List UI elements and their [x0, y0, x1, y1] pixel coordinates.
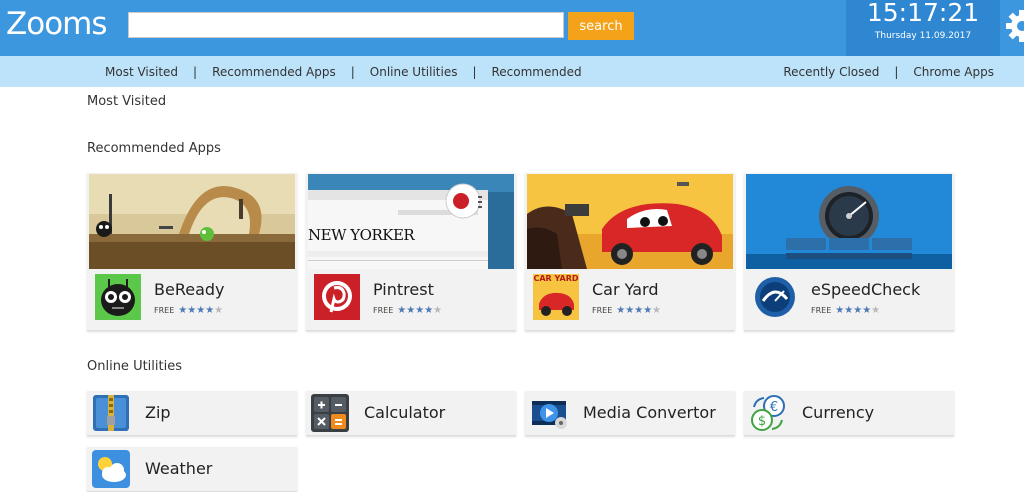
clock-date: Thursday 11.09.2017 [874, 31, 972, 41]
star-filled-icon: ★ [397, 305, 407, 316]
logo-text: Zooms [6, 6, 108, 42]
car-yard-icon-caption: CAR YARD [533, 274, 579, 283]
search-button[interactable]: search [568, 12, 634, 40]
app-thumbnail-car-yard [527, 174, 733, 269]
star-empty-icon: ★ [652, 305, 662, 316]
search-input[interactable] [128, 12, 564, 38]
star-filled-icon: ★ [643, 305, 653, 316]
utility-card-calculator[interactable]: Calculator [306, 391, 516, 436]
app-price: FREE [154, 306, 175, 315]
star-filled-icon: ★ [625, 305, 635, 316]
app-meta-pintrest: FREE ★★★★★ [373, 305, 442, 316]
app-card-car-yard[interactable]: CAR YARD Car Yard FREE ★★★★★ [525, 173, 735, 331]
app-name-car-yard: Car Yard [592, 280, 659, 299]
section-title-most-visited: Most Visited [87, 94, 167, 109]
clock-time: 15:17:21 [866, 0, 980, 27]
section-title-recommended-apps: Recommended Apps [87, 141, 221, 156]
utility-label-currency: Currency [802, 403, 875, 422]
clock-panel: 15:17:21 Thursday 11.09.2017 [846, 0, 1000, 56]
top-nav: Most Visited | Recommended Apps | Online… [0, 56, 1024, 87]
app-card-espeedcheck[interactable]: eSpeedCheck FREE ★★★★★ [744, 173, 954, 331]
nav-most-visited[interactable]: Most Visited [105, 65, 178, 79]
utility-card-currency[interactable]: € $ Currency [744, 391, 954, 436]
app-price: FREE [811, 306, 832, 315]
star-empty-icon: ★ [214, 305, 224, 316]
nav-separator: | [894, 64, 899, 79]
star-filled-icon: ★ [424, 305, 434, 316]
star-filled-icon: ★ [178, 305, 188, 316]
nav-online-utilities[interactable]: Online Utilities [370, 65, 458, 79]
app-name-pintrest: Pintrest [373, 280, 434, 299]
svg-text:€: € [770, 400, 778, 415]
star-empty-icon: ★ [433, 305, 443, 316]
beready-icon [95, 274, 141, 320]
star-filled-icon: ★ [862, 305, 872, 316]
app-thumbnail-beready [89, 174, 295, 269]
app-card-pintrest[interactable]: NEW YORKER Pintrest FREE ★★★★★ [306, 173, 516, 331]
utility-card-zip[interactable]: Zip [87, 391, 297, 436]
nav-recently-closed[interactable]: Recently Closed [783, 65, 879, 79]
app-name-beready: BeReady [154, 280, 225, 299]
utility-card-weather[interactable]: Weather [87, 447, 297, 492]
logo[interactable]: Zooms [6, 4, 108, 44]
header: Zooms search 15:17:21 Thursday 11.09.201… [0, 0, 1024, 56]
star-filled-icon: ★ [853, 305, 863, 316]
currency-icon: € $ [748, 393, 788, 433]
settings-gear-icon[interactable] [1004, 8, 1024, 44]
utility-label-weather: Weather [145, 459, 213, 478]
nav-separator: | [472, 64, 477, 79]
app-meta-espeedcheck: FREE ★★★★★ [811, 305, 880, 316]
utility-label-zip: Zip [145, 403, 171, 422]
star-filled-icon: ★ [634, 305, 644, 316]
utility-label-media-convertor: Media Convertor [583, 403, 716, 422]
rating-stars: ★★★★★ [178, 305, 223, 316]
section-title-online-utilities: Online Utilities [87, 359, 182, 374]
app-name-espeedcheck: eSpeedCheck [811, 280, 921, 299]
star-filled-icon: ★ [406, 305, 416, 316]
utility-label-calculator: Calculator [364, 403, 446, 422]
app-price: FREE [592, 306, 613, 315]
star-empty-icon: ★ [871, 305, 881, 316]
car-yard-icon: CAR YARD [533, 274, 579, 320]
espeedcheck-icon [752, 274, 798, 320]
rating-stars: ★★★★★ [835, 305, 880, 316]
media-convertor-icon [529, 393, 569, 433]
star-filled-icon: ★ [196, 305, 206, 316]
star-filled-icon: ★ [835, 305, 845, 316]
nav-left: Most Visited | Recommended Apps | Online… [105, 56, 582, 87]
app-price: FREE [373, 306, 394, 315]
app-thumbnail-pintrest: NEW YORKER [308, 174, 514, 269]
app-meta-car-yard: FREE ★★★★★ [592, 305, 661, 316]
pinterest-icon [314, 274, 360, 320]
weather-icon [91, 449, 131, 489]
nav-recommended-apps[interactable]: Recommended Apps [212, 65, 336, 79]
rating-stars: ★★★★★ [616, 305, 661, 316]
star-filled-icon: ★ [844, 305, 854, 316]
nav-recommended[interactable]: Recommended [492, 65, 582, 79]
app-card-beready[interactable]: BeReady FREE ★★★★★ [87, 173, 297, 331]
nav-right: Recently Closed | Chrome Apps [783, 56, 994, 87]
zip-icon [91, 393, 131, 433]
rating-stars: ★★★★★ [397, 305, 442, 316]
star-filled-icon: ★ [187, 305, 197, 316]
nav-chrome-apps[interactable]: Chrome Apps [913, 65, 994, 79]
star-filled-icon: ★ [415, 305, 425, 316]
star-filled-icon: ★ [616, 305, 626, 316]
utility-card-media-convertor[interactable]: Media Convertor [525, 391, 735, 436]
app-meta-beready: FREE ★★★★★ [154, 305, 223, 316]
star-filled-icon: ★ [205, 305, 215, 316]
masthead-text: NEW YORKER [308, 226, 415, 244]
app-thumbnail-espeedcheck [746, 174, 952, 269]
calculator-icon [310, 393, 350, 433]
svg-text:$: $ [758, 414, 766, 429]
nav-separator: | [350, 64, 355, 79]
nav-separator: | [193, 64, 198, 79]
